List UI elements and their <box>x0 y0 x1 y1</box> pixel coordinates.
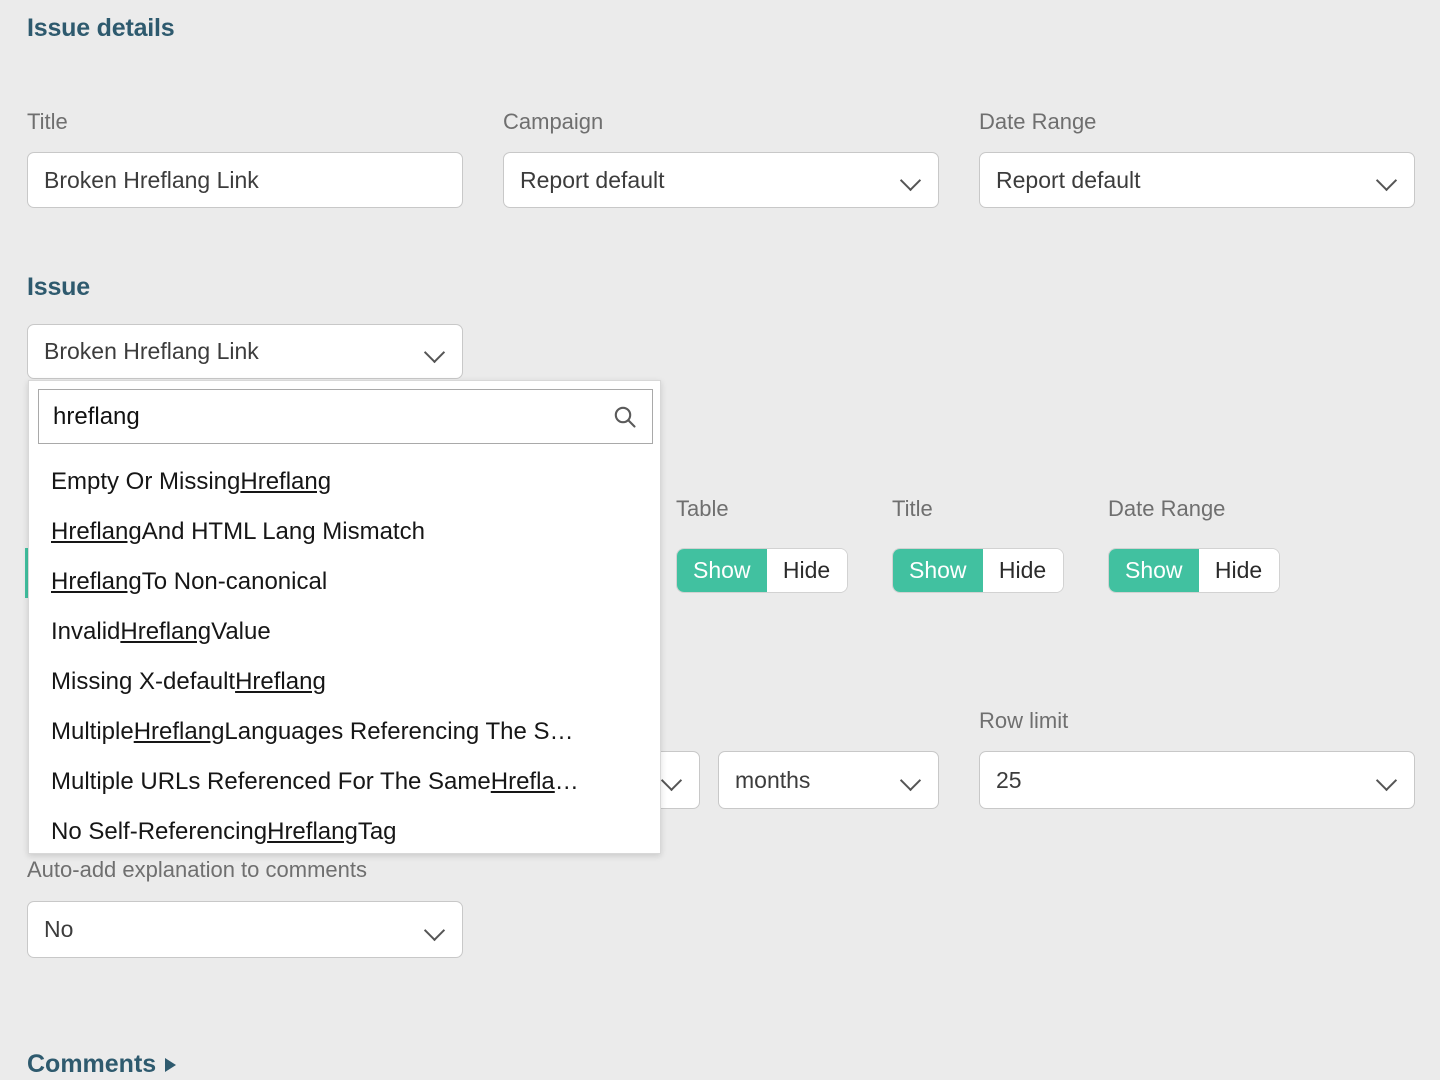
row-limit-label: Row limit <box>979 708 1069 733</box>
date-range-hide-option[interactable]: Hide <box>1198 549 1279 592</box>
list-item[interactable]: Empty Or Missing Hreflang <box>29 457 660 507</box>
option-text-match: Hreflang <box>235 668 326 695</box>
list-item[interactable]: Multiple URLs Referenced For The Same Hr… <box>29 757 660 807</box>
title-label: Title <box>27 109 68 134</box>
chevron-down-icon <box>900 769 922 791</box>
issue-search-field[interactable]: hreflang <box>38 389 653 444</box>
date-range-show-option[interactable]: Show <box>1109 549 1199 592</box>
chevron-down-icon <box>1376 769 1398 791</box>
row-limit-value: 25 <box>996 766 1022 793</box>
table-show-option[interactable]: Show <box>677 549 767 592</box>
option-text-post: … <box>554 768 579 795</box>
issue-search-dropdown: hreflang Empty Or Missing Hreflang Hrefl… <box>28 380 661 854</box>
chevron-down-icon <box>424 919 446 941</box>
list-item[interactable]: Multiple Hreflang Languages Referencing … <box>29 707 660 757</box>
option-text-match: Hreflang <box>51 518 142 545</box>
chevron-down-icon <box>661 769 683 791</box>
auto-add-select[interactable]: No <box>27 901 463 958</box>
issue-select[interactable]: Broken Hreflang Link <box>27 324 463 379</box>
search-icon <box>612 404 638 430</box>
issue-search-input[interactable]: hreflang <box>53 403 612 431</box>
period-unit-value: months <box>735 766 811 793</box>
list-item[interactable]: Invalid Hreflang Value <box>29 607 660 657</box>
list-item[interactable]: Hreflang To Non-canonical <box>29 557 660 607</box>
title-visibility-toggle[interactable]: Show Hide <box>892 548 1064 593</box>
campaign-label: Campaign <box>503 109 604 134</box>
option-text-post: To Non-canonical <box>141 568 328 595</box>
option-text-pre: Multiple <box>51 718 134 745</box>
option-text-pre: Empty Or Missing <box>51 468 241 495</box>
option-text-post: Value <box>211 618 271 645</box>
option-text-match: Hrefla <box>490 768 555 795</box>
option-text-match: Hreflang <box>240 468 332 495</box>
date-range-select[interactable]: Report default <box>979 152 1415 208</box>
table-visibility-label: Table <box>676 496 729 521</box>
chevron-down-icon <box>900 169 922 191</box>
comments-section-toggle[interactable]: Comments <box>27 1050 177 1079</box>
option-text-match: Hreflang <box>51 568 142 595</box>
title-show-option[interactable]: Show <box>893 549 983 592</box>
option-text-post: And HTML Lang Mismatch <box>141 518 425 545</box>
date-range-label: Date Range <box>979 109 1097 134</box>
campaign-select-value: Report default <box>520 166 665 193</box>
title-visibility-label: Title <box>892 496 933 521</box>
comments-label: Comments <box>27 1050 157 1078</box>
page-title: Issue details <box>27 14 175 42</box>
table-visibility-toggle[interactable]: Show Hide <box>676 548 848 593</box>
period-unit-select[interactable]: months <box>718 751 939 809</box>
row-limit-select[interactable]: 25 <box>979 751 1415 809</box>
date-range-visibility-toggle[interactable]: Show Hide <box>1108 548 1280 593</box>
option-text-pre: No Self-Referencing <box>51 818 268 845</box>
issue-details-page: Issue details Title Broken Hreflang Link… <box>0 0 1440 1080</box>
option-text-pre: Missing X-default <box>51 668 236 695</box>
title-input-value: Broken Hreflang Link <box>44 166 259 193</box>
table-hide-option[interactable]: Hide <box>766 549 847 592</box>
issue-option-list: Empty Or Missing Hreflang Hreflang And H… <box>29 453 660 857</box>
date-range-select-value: Report default <box>996 166 1141 193</box>
option-text-match: Hreflang <box>133 718 225 745</box>
option-text-match: Hreflang <box>267 818 358 845</box>
chevron-down-icon <box>1376 169 1398 191</box>
option-text-match: Hreflang <box>120 618 212 645</box>
auto-add-label: Auto-add explanation to comments <box>27 857 367 882</box>
option-text-post: Tag <box>357 818 397 845</box>
date-range-visibility-label: Date Range <box>1108 496 1226 521</box>
issue-select-value: Broken Hreflang Link <box>44 338 259 364</box>
title-input[interactable]: Broken Hreflang Link <box>27 152 463 208</box>
title-hide-option[interactable]: Hide <box>982 549 1063 592</box>
list-item[interactable]: Hreflang And HTML Lang Mismatch <box>29 507 660 557</box>
list-item[interactable]: No Self-Referencing Hreflang Tag <box>29 807 660 857</box>
issue-section-heading: Issue <box>27 273 90 301</box>
triangle-right-icon <box>165 1057 177 1072</box>
campaign-select[interactable]: Report default <box>503 152 939 208</box>
option-text-pre: Invalid <box>51 618 121 645</box>
auto-add-value: No <box>44 916 74 942</box>
option-text-post: Languages Referencing The S… <box>224 718 574 745</box>
list-item[interactable]: Missing X-default Hreflang <box>29 657 660 707</box>
chevron-down-icon <box>424 341 446 363</box>
option-text-pre: Multiple URLs Referenced For The Same <box>51 768 491 795</box>
